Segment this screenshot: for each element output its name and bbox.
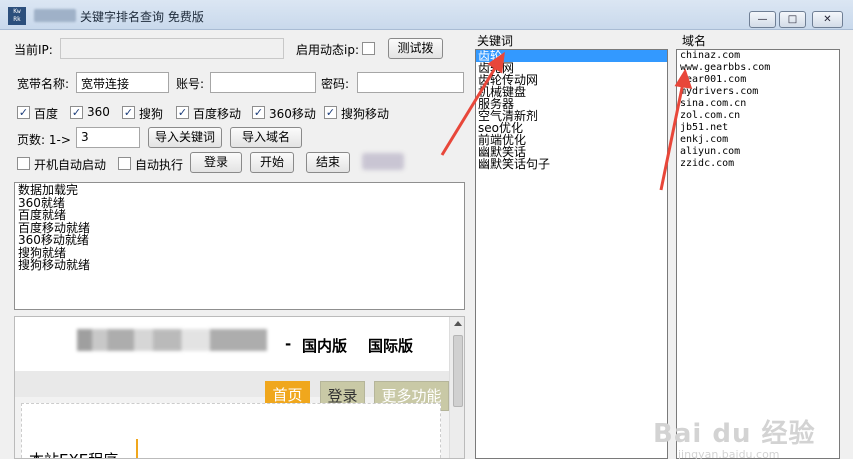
- domains-label: 域名: [682, 34, 707, 48]
- engine-checkbox-baidu[interactable]: ✓: [17, 106, 30, 119]
- import-domains-button[interactable]: 导入域名: [230, 127, 302, 148]
- embedded-web-view: - 国内版 国际版 首页 登录 更多功能 本站EXE程序: [14, 316, 465, 459]
- watermark-url: jingyan.baidu.com: [678, 448, 780, 459]
- stop-button[interactable]: 结束: [306, 152, 350, 173]
- main-panel: 当前IP: 启用动态ip: 测试拨 宽带名称: 宽带连接 账号: 密码: ✓ 百…: [0, 30, 853, 459]
- log-line: 数据加载完: [18, 183, 79, 197]
- dynamic-ip-checkbox[interactable]: [362, 42, 375, 55]
- engine-label-baidu-mobile: 百度移动: [193, 107, 242, 121]
- pages-field[interactable]: 3: [76, 127, 140, 148]
- engine-label-baidu: 百度: [34, 107, 59, 121]
- start-button[interactable]: 开始: [250, 152, 294, 173]
- password-label: 密码:: [321, 77, 350, 91]
- account-label: 账号:: [176, 77, 205, 91]
- autorun-checkbox[interactable]: [118, 157, 131, 170]
- engine-checkbox-sogou[interactable]: ✓: [122, 106, 135, 119]
- dynamic-ip-label: 启用动态ip:: [296, 43, 359, 57]
- keyword-item[interactable]: 幽默笑话句子: [476, 158, 667, 170]
- web-scrollbar[interactable]: [449, 317, 464, 458]
- web-card-title: 本站EXE程序: [29, 449, 118, 458]
- log-line: 搜狗移动就绪: [18, 258, 91, 272]
- web-header: - 国内版 国际版: [15, 317, 449, 371]
- broadband-name-field[interactable]: 宽带连接: [76, 72, 169, 93]
- keywords-list[interactable]: 齿轮 齿轮网 齿轮传动网 机械键盘 服务器 空气清新剂 seo优化 前端优化 幽…: [475, 49, 668, 459]
- login-button[interactable]: 登录: [190, 152, 242, 173]
- maximize-button[interactable]: □: [779, 11, 806, 28]
- domains-list[interactable]: chinaz.com www.gearbbs.com gear001.com m…: [676, 49, 840, 459]
- title-bar: Kw Rk 关键字排名查询 免费版 — □ ✕: [0, 0, 853, 30]
- app-icon: Kw Rk: [8, 7, 26, 25]
- domain-item[interactable]: sina.com.cn: [677, 98, 839, 110]
- domain-item[interactable]: enkj.com: [677, 134, 839, 146]
- engine-label-sogou: 搜狗: [139, 107, 164, 121]
- autorun-label: 自动执行: [135, 158, 184, 172]
- domain-item[interactable]: gear001.com: [677, 74, 839, 86]
- domain-item[interactable]: zzidc.com: [677, 158, 839, 170]
- scroll-up-arrow-icon[interactable]: [454, 321, 462, 326]
- window-title: 关键字排名查询 免费版: [80, 10, 204, 24]
- current-ip-label: 当前IP:: [14, 43, 53, 57]
- baidu-jingyan-watermark: Bai du 经验: [653, 419, 816, 449]
- broadband-name-label: 宽带名称:: [17, 77, 70, 91]
- domestic-version-link[interactable]: 国内版: [302, 335, 347, 356]
- log-line: 百度就绪: [18, 208, 67, 222]
- blurred-site-logo: [77, 329, 267, 351]
- domain-item[interactable]: jb51.net: [677, 122, 839, 134]
- scroll-thumb[interactable]: [453, 335, 463, 407]
- minimize-button[interactable]: —: [749, 11, 776, 28]
- international-version-link[interactable]: 国际版: [368, 335, 413, 356]
- engine-checkbox-360[interactable]: ✓: [70, 106, 83, 119]
- password-field[interactable]: [357, 72, 464, 93]
- current-ip-field[interactable]: [60, 38, 284, 59]
- domain-item[interactable]: zol.com.cn: [677, 110, 839, 122]
- engine-checkbox-baidu-mobile[interactable]: ✓: [176, 106, 189, 119]
- test-dial-button[interactable]: 测试拨: [388, 38, 443, 59]
- blurred-title-prefix: [34, 9, 76, 22]
- autostart-checkbox[interactable]: [17, 157, 30, 170]
- log-line: 360就绪: [18, 195, 65, 210]
- domain-item[interactable]: aliyun.com: [677, 146, 839, 158]
- engine-checkbox-360-mobile[interactable]: ✓: [252, 106, 265, 119]
- domain-item[interactable]: www.gearbbs.com: [677, 62, 839, 74]
- pages-label: 页数: 1->: [17, 133, 71, 147]
- blurred-status: [362, 153, 404, 170]
- domain-item[interactable]: mydrivers.com: [677, 86, 839, 98]
- engine-checkbox-sogou-mobile[interactable]: ✓: [324, 106, 337, 119]
- autostart-label: 开机自动启动: [34, 158, 107, 172]
- status-log: 数据加载完 360就绪 百度就绪 百度移动就绪 360移动就绪 搜狗就绪 搜狗移…: [14, 182, 465, 310]
- engine-label-360-mobile: 360移动: [269, 107, 316, 121]
- account-field[interactable]: [210, 72, 316, 93]
- engine-label-360: 360: [87, 105, 110, 119]
- web-card-accent: [136, 439, 138, 458]
- import-keywords-button[interactable]: 导入关键词: [148, 127, 222, 148]
- engine-label-sogou-mobile: 搜狗移动: [341, 107, 390, 121]
- web-header-dash: -: [285, 335, 292, 353]
- keywords-label: 关键词: [477, 34, 514, 48]
- close-button[interactable]: ✕: [812, 11, 843, 28]
- log-line: 360移动就绪: [18, 233, 89, 247]
- domain-item[interactable]: chinaz.com: [677, 50, 839, 62]
